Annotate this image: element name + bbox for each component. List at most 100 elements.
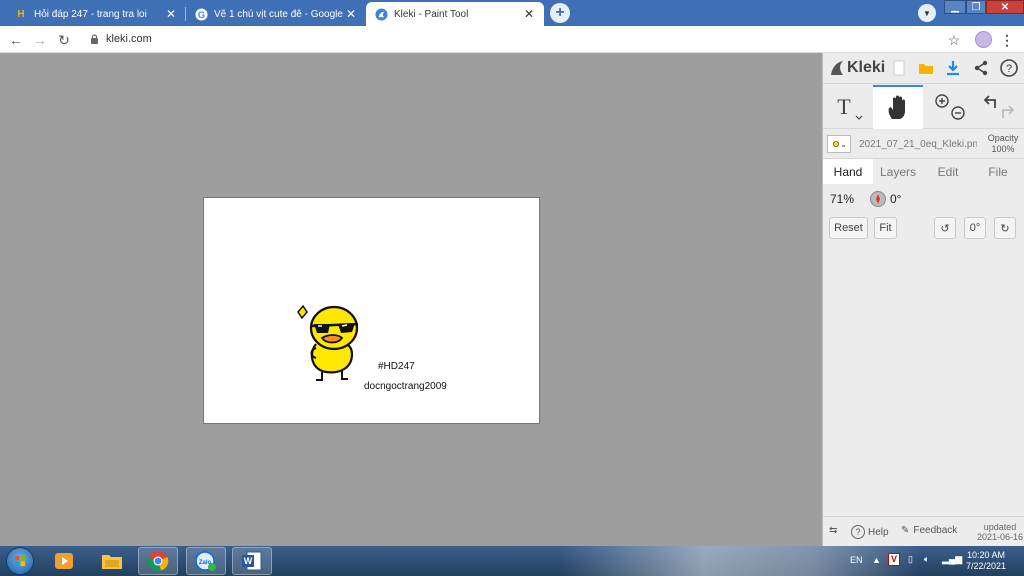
tab-layers[interactable]: Layers [873,159,923,184]
hand-tab-content: 71% 0° Reset Fit ↺ 0° ↻ [823,184,1024,516]
word-icon[interactable]: W [232,547,272,575]
kleki-logo-icon [831,61,843,75]
zalo-icon[interactable]: Zalo [186,547,226,575]
tray-expand-icon[interactable]: ▲ [872,555,881,565]
browser-tab-google[interactable]: G Vẽ 1 chú vịt cute đê - Google Tìm ✕ [186,2,366,26]
svg-text:T: T [837,94,851,119]
tab-title: Hỏi đáp 247 - trang tra loi [34,8,147,20]
google-icon: G [194,7,208,21]
zoom-in-out-icon[interactable] [932,92,966,122]
address-bar[interactable]: kleki.com [106,33,152,45]
close-tab-icon[interactable]: ✕ [344,7,358,21]
back-arrow-icon[interactable]: ← [6,30,26,50]
battery-icon[interactable]: ▯ [908,554,913,565]
browser-tab-strip: H Hỏi đáp 247 - trang tra loi ✕ G Vẽ 1 c… [0,0,1024,26]
open-folder-icon[interactable] [916,58,936,78]
file-explorer-icon[interactable] [92,547,132,575]
share-icon[interactable] [971,58,991,78]
taskbar-wallpaper [560,546,920,576]
clock-time: 10:20 AM [966,550,1006,560]
kleki-icon [374,7,388,21]
layer-file-row: 2021_07_21_0eq_Kleki.png Opacity 100% [823,130,1024,159]
new-file-icon[interactable] [889,58,909,78]
media-player-icon[interactable] [44,547,84,575]
lock-icon[interactable] [90,34,99,44]
browser-toolbar: ← → ↻ kleki.com ☆ ⋮ [0,26,1024,53]
maximize-button[interactable]: ❐ [966,0,986,14]
rotation-angle: 0° [890,192,902,206]
panel-tabs: Hand Layers Edit File [823,159,1024,184]
app-name: Kleki [847,59,886,76]
rotate-right-button[interactable]: ↻ [994,217,1016,239]
svg-text:?: ? [1006,63,1012,75]
file-name: 2021_07_21_0eq_Kleki.png [859,139,977,150]
help-circle-icon: ? [851,525,865,539]
opacity-control[interactable]: Opacity 100% [983,133,1023,155]
hoidap-icon: H [17,8,25,20]
forward-arrow-icon[interactable]: → [30,30,50,50]
drawing-workspace[interactable]: #HD247 docngoctrang2009 [0,53,822,546]
language-indicator[interactable]: EN [850,555,863,565]
tab-title: Kleki - Paint Tool [394,8,469,20]
zoom-controls [927,85,971,129]
duck-drawing [297,304,359,381]
tab-edit[interactable]: Edit [923,159,973,184]
panel-footer: ⇆ ? Help ✎ Feedback updated 2021-06-16 [823,516,1024,546]
antivirus-icon[interactable]: V [888,553,900,566]
tab-hand[interactable]: Hand [823,159,873,184]
canvas-tag-text: #HD247 [378,361,415,372]
browser-tab-kleki[interactable]: Kleki - Paint Tool ✕ [366,2,544,26]
clock-date: 7/22/2021 [965,561,1007,571]
tab-search-icon[interactable]: ▼ [918,4,936,22]
new-tab-button[interactable]: + [550,3,570,23]
rotate-left-button[interactable]: ↺ [934,217,956,239]
rotation-value-button[interactable]: 0° [964,217,986,239]
zoom-level: 71% [830,192,855,206]
svg-text:W: W [244,556,253,566]
close-tab-icon[interactable]: ✕ [522,7,536,21]
canvas-author-text: docngoctrang2009 [364,381,447,392]
close-tab-icon[interactable]: ✕ [164,7,178,21]
reset-button[interactable]: Reset [829,217,868,239]
updated-info: updated 2021-06-16 [977,522,1023,542]
volume-icon[interactable]: 🔈︎ [924,554,929,565]
svg-text:G: G [197,9,204,19]
swap-panel-icon[interactable]: ⇆ [829,525,837,536]
start-button[interactable] [6,547,34,575]
help-link[interactable]: ? Help [851,525,889,539]
opacity-label: Opacity [987,133,1019,143]
browser-menu-icon[interactable]: ⋮ [1000,30,1014,50]
updated-label: updated [983,522,1017,532]
feedback-link[interactable]: ✎ Feedback [901,525,957,536]
panel-top-bar: Kleki ? [823,53,1024,84]
kleki-side-panel: Kleki ? T 2021_07_21_0eq_Kleki.png Opaci… [822,53,1024,546]
drawing-canvas[interactable]: #HD247 docngoctrang2009 [203,197,540,424]
compass-icon[interactable] [870,191,886,207]
tab-title: Vẽ 1 chú vịt cute đê - Google Tìm [214,8,344,20]
undo-redo-controls [975,85,1023,129]
rotate-left-icon: ↺ [940,222,950,235]
updated-date: 2021-06-16 [977,532,1024,542]
text-tool-icon[interactable]: T [827,85,871,129]
rotate-right-icon: ↻ [1000,222,1010,235]
fit-button[interactable]: Fit [874,217,897,239]
download-icon[interactable] [943,58,963,78]
system-clock[interactable]: 10:20 AM 7/22/2021 [960,550,1012,572]
undo-redo-icon[interactable] [981,92,1017,122]
feedback-label: Feedback [913,525,958,536]
close-window-button[interactable]: ✕ [986,0,1024,14]
minimize-button[interactable]: ▁ [944,0,966,14]
feedback-icon: ✎ [901,525,910,536]
windows-taskbar: Zalo W EN ▲ V ▯ 🔈︎ ▂▄▆ 10:20 AM 7/22/202… [0,546,1024,576]
profile-avatar[interactable] [975,31,992,48]
layer-thumbnail[interactable] [827,135,851,153]
chrome-icon[interactable] [138,547,178,575]
browser-tab-hoidap[interactable]: H Hỏi đáp 247 - trang tra loi ✕ [6,2,186,26]
hand-tool-icon[interactable] [873,85,923,129]
reload-icon[interactable]: ↻ [54,30,74,50]
help-icon[interactable]: ? [999,58,1019,78]
bookmark-star-icon[interactable]: ☆ [944,30,964,50]
tab-file[interactable]: File [973,159,1023,184]
opacity-value: 100% [991,144,1015,154]
help-label: Help [868,526,889,538]
